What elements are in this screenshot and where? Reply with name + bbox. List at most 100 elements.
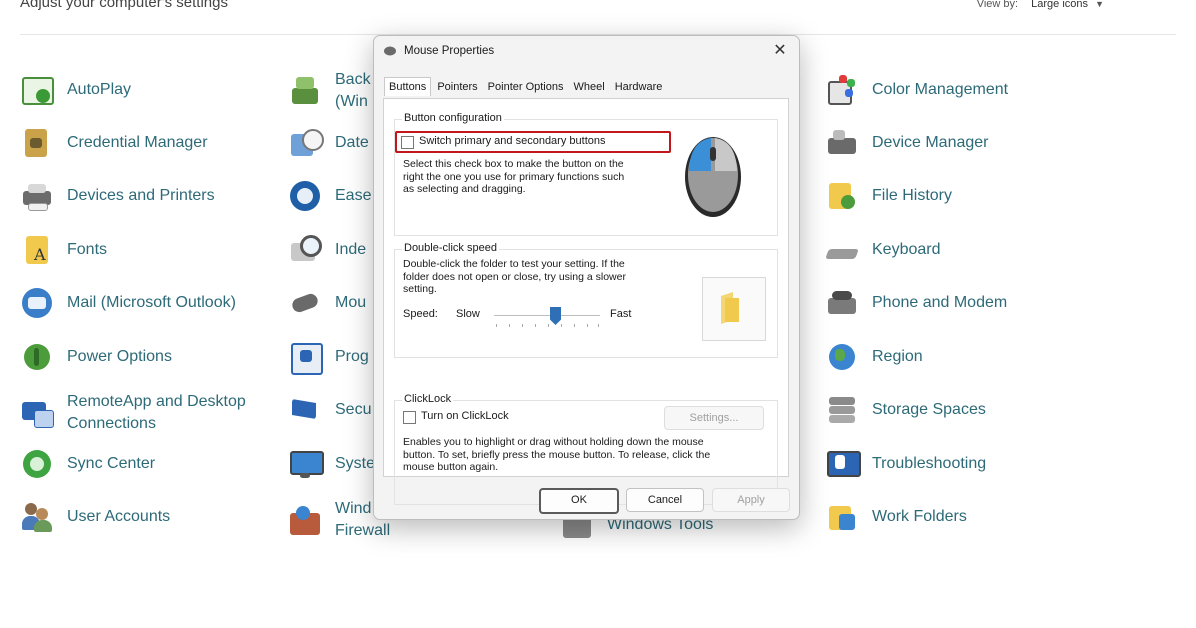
double-click-speed-label: Double-click speed (402, 242, 499, 254)
work-folders-icon (825, 500, 859, 534)
tab-buttons[interactable]: Buttons (384, 77, 432, 96)
item-user-accounts[interactable]: User Accounts (20, 497, 170, 537)
device-manager-icon (825, 126, 859, 160)
view-by[interactable]: View by: Large icons ▼ (977, 0, 1104, 10)
item-device-manager[interactable]: Device Manager (825, 123, 989, 163)
date-time-label: Date (335, 134, 369, 151)
region-label: Region (872, 348, 923, 365)
mouse-image (680, 131, 746, 219)
remoteapp-label-line2: Connections (67, 415, 156, 432)
ease-of-access-label: Ease (335, 187, 372, 204)
clicklock-checkbox[interactable] (403, 411, 416, 424)
item-indexing-options[interactable]: Inde (288, 230, 366, 270)
tab-pointers[interactable]: Pointers (433, 78, 481, 97)
switch-buttons-checkbox[interactable] (401, 136, 414, 149)
firewall-icon (288, 503, 322, 537)
view-by-value[interactable]: Large icons (1031, 0, 1088, 10)
programs-icon (288, 340, 323, 375)
cancel-button[interactable]: Cancel (626, 488, 704, 512)
user-accounts-icon (20, 500, 54, 534)
item-programs[interactable]: Prog (288, 337, 369, 377)
double-click-desc-line2: folder does not open or close, try using… (403, 270, 626, 283)
mail-label: Mail (Microsoft Outlook) (67, 294, 236, 311)
storage-spaces-label: Storage Spaces (872, 401, 986, 418)
power-options-icon (20, 340, 54, 374)
printer-icon (20, 179, 54, 213)
fast-label: Fast (610, 308, 632, 320)
mouse-label: Mou (335, 294, 367, 311)
item-devices-and-printers[interactable]: Devices and Printers (20, 176, 215, 216)
device-manager-label: Device Manager (872, 134, 989, 151)
item-sync-center[interactable]: Sync Center (20, 444, 155, 484)
speed-label: Speed: (403, 308, 438, 320)
button-config-desc-line3: as selecting and dragging. (403, 183, 526, 195)
item-work-folders[interactable]: Work Folders (825, 497, 967, 537)
item-date-time[interactable]: Date (288, 123, 369, 163)
clicklock-label: ClickLock (402, 393, 454, 405)
button-config-desc-line1: Select this check box to make the button… (403, 158, 624, 170)
item-storage-spaces[interactable]: Storage Spaces (825, 390, 986, 430)
ease-of-access-icon (288, 179, 322, 213)
clicklock-desc-line1: Enables you to highlight or drag without… (403, 436, 704, 448)
indexing-icon (288, 233, 322, 267)
item-security[interactable]: Secu (288, 390, 371, 430)
item-backup[interactable]: Back (Win (288, 68, 371, 114)
keyboard-label: Keyboard (872, 241, 941, 258)
item-mouse[interactable]: Mou (288, 283, 366, 323)
remoteapp-label-line1: RemoteApp and Desktop (67, 393, 246, 410)
item-power-options[interactable]: Power Options (20, 337, 172, 377)
item-system[interactable]: Syste (288, 444, 375, 484)
folder-icon (721, 292, 739, 324)
page-title: Adjust your computer's settings (20, 0, 228, 11)
file-history-label: File History (872, 187, 953, 204)
tab-wheel[interactable]: Wheel (570, 78, 609, 97)
mouse-icon (383, 45, 397, 57)
item-mail[interactable]: Mail (Microsoft Outlook) (20, 283, 236, 323)
tab-hardware[interactable]: Hardware (611, 78, 667, 97)
dialog-title: Mouse Properties (404, 45, 495, 57)
clicklock-settings-button[interactable]: Settings... (664, 406, 764, 430)
tab-bar: Buttons Pointers Pointer Options Wheel H… (384, 77, 668, 97)
switch-buttons-label: Switch primary and secondary buttons (419, 135, 606, 147)
color-management-label: Color Management (872, 81, 1009, 98)
item-file-history[interactable]: File History (825, 176, 952, 216)
item-ease-of-access[interactable]: Ease (288, 176, 371, 216)
mail-icon (20, 286, 54, 320)
troubleshooting-icon (825, 447, 861, 481)
backup-label-line1: Back (335, 71, 371, 88)
item-keyboard[interactable]: Keyboard (825, 230, 941, 270)
item-fonts[interactable]: A Fonts (20, 230, 107, 270)
item-phone-and-modem[interactable]: Phone and Modem (825, 283, 1007, 323)
flag-icon (288, 393, 322, 427)
test-folder[interactable] (702, 277, 766, 341)
item-autoplay[interactable]: AutoPlay (20, 70, 131, 110)
indexing-options-label: Inde (335, 241, 367, 258)
backup-icon (288, 74, 322, 108)
button-config-desc: Select this check box to make the button… (403, 158, 624, 196)
item-remoteapp[interactable]: RemoteApp and Desktop Connections (20, 390, 246, 436)
item-credential-manager[interactable]: Credential Manager (20, 123, 208, 163)
backup-label-line2: (Win (335, 93, 368, 110)
sync-center-icon (20, 447, 54, 481)
item-troubleshooting[interactable]: Troubleshooting (825, 444, 986, 484)
item-color-management[interactable]: Color Management (825, 70, 1008, 110)
ok-button[interactable]: OK (539, 488, 619, 514)
clicklock-desc-line3: mouse button again. (403, 461, 499, 473)
programs-label: Prog (335, 348, 369, 365)
double-click-desc-line3: setting. (403, 283, 437, 295)
autoplay-icon (20, 73, 54, 107)
tab-pointer-options[interactable]: Pointer Options (484, 78, 568, 97)
item-region[interactable]: Region (825, 337, 923, 377)
sync-center-label: Sync Center (67, 455, 156, 472)
clicklock-desc-line2: button. To set, briefly press the mouse … (403, 448, 711, 461)
security-label: Secu (335, 401, 372, 418)
system-label: Syste (335, 455, 376, 472)
close-icon[interactable]: ✕ (769, 40, 791, 62)
firewall-label-line2: Firewall (335, 522, 391, 539)
phone-icon (825, 286, 859, 320)
double-click-desc-line1: Double-click the folder to test your set… (403, 258, 625, 270)
user-accounts-label: User Accounts (67, 508, 171, 525)
clock-icon (288, 126, 324, 160)
apply-button[interactable]: Apply (712, 488, 790, 512)
power-options-label: Power Options (67, 348, 172, 365)
